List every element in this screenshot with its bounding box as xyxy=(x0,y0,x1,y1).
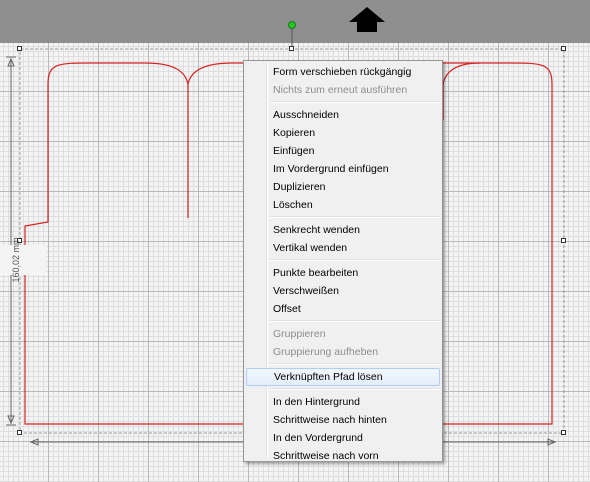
menu-item-gruppierung-aufheben: Gruppierung aufheben xyxy=(273,346,379,358)
menu-item-schrittweise-nach-hinten[interactable]: Schrittweise nach hinten xyxy=(246,411,440,429)
menu-item-offset[interactable]: Offset xyxy=(246,300,440,318)
menu-item-kopieren[interactable]: Kopieren xyxy=(246,124,440,142)
menu-item-loeschen[interactable]: Löschen xyxy=(246,196,440,214)
menu-item-form-verschieben-rueckgaengig[interactable]: Form verschieben rückgängig xyxy=(246,63,440,81)
menu-separator xyxy=(270,216,440,218)
menu-item-senkrecht-wenden[interactable]: Senkrecht wenden xyxy=(246,221,440,239)
resize-handle-bottom-right[interactable] xyxy=(561,430,566,435)
menu-item-verknuepften-pfad-loesen[interactable]: Verknüpften Pfad lösen xyxy=(246,368,440,386)
context-menu: Form verschieben rückgängig Nichts zum er… xyxy=(243,60,443,462)
menu-item-list: Form verschieben rückgängig Nichts zum er… xyxy=(244,61,442,465)
menu-item-in-den-hintergrund[interactable]: In den Hintergrund xyxy=(246,393,440,411)
menu-item-gruppieren: Gruppieren xyxy=(273,328,326,340)
menu-separator xyxy=(270,388,440,390)
menu-item-ausschneiden[interactable]: Ausschneiden xyxy=(246,106,440,124)
menu-separator xyxy=(270,259,440,261)
menu-item-duplizieren[interactable]: Duplizieren xyxy=(246,178,440,196)
menu-item-nichts-zum-erneut-ausfuehren: Nichts zum erneut ausführen xyxy=(273,84,408,96)
menu-separator xyxy=(270,320,440,322)
resize-handle-middle-right[interactable] xyxy=(561,238,566,243)
rotate-handle[interactable] xyxy=(288,21,296,29)
height-dimension-label: 160,02 mm xyxy=(0,237,46,283)
menu-item-im-vordergrund-einfuegen[interactable]: Im Vordergrund einfügen xyxy=(246,160,440,178)
resize-handle-top-right[interactable] xyxy=(561,46,566,51)
menu-item-punkte-bearbeiten[interactable]: Punkte bearbeiten xyxy=(246,264,440,282)
menu-item-in-den-vordergrund[interactable]: In den Vordergrund xyxy=(246,429,440,447)
resize-handle-top-left[interactable] xyxy=(17,46,22,51)
resize-handle-top-center[interactable] xyxy=(289,46,294,51)
up-arrow-icon[interactable] xyxy=(349,7,385,32)
resize-handle-bottom-left[interactable] xyxy=(17,430,22,435)
menu-item-verschweissen[interactable]: Verschweißen xyxy=(246,282,440,300)
menu-separator xyxy=(270,363,440,365)
menu-item-vertikal-wenden[interactable]: Vertikal wenden xyxy=(246,239,440,257)
menu-item-einfuegen[interactable]: Einfügen xyxy=(246,142,440,160)
red-path-right-arc[interactable] xyxy=(442,62,481,85)
menu-item-schrittweise-nach-vorn[interactable]: Schrittweise nach vorn xyxy=(246,447,440,465)
menu-separator xyxy=(270,101,440,103)
